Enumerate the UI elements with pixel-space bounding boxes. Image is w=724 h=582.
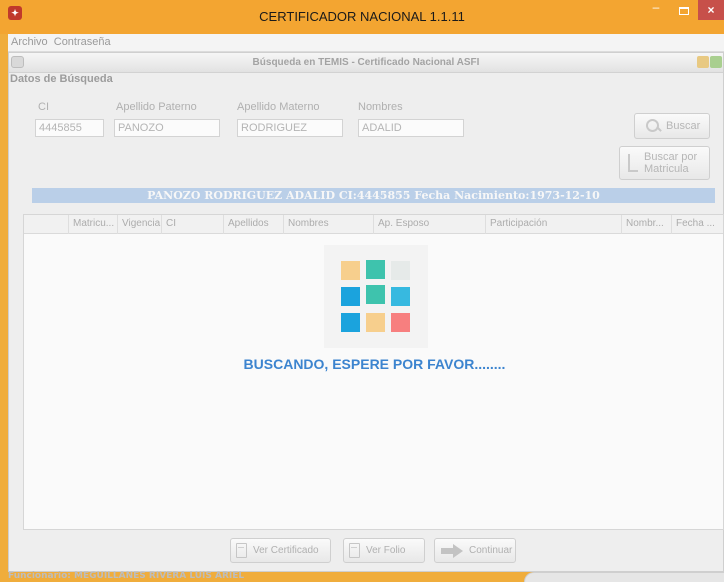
apellido-paterno-label: Apellido Paterno [116, 101, 197, 113]
person-result-bar: PANOZO RODRIGUEZ ADALID CI:4445855 Fecha… [32, 188, 715, 203]
column-header-select[interactable] [24, 215, 68, 234]
loader-tile [391, 261, 410, 280]
buscar-matricula-label-line2: Matricula [644, 163, 689, 175]
maximize-button[interactable] [672, 0, 696, 20]
search-section-label: Datos de Búsqueda [10, 73, 113, 85]
loader-tile [366, 260, 385, 279]
loader-tile [341, 287, 360, 306]
ver-folio-label: Ver Folio [366, 545, 406, 556]
window-title: CERTIFICADOR NACIONAL 1.1.11 [259, 9, 465, 24]
nombres-input[interactable]: ADALID [358, 119, 464, 137]
loader-tile [366, 313, 385, 332]
column-header-ap-esposo[interactable]: Ap. Esposo [373, 215, 485, 234]
buscar-matricula-label-line1: Buscar por [644, 151, 698, 163]
loader-tile [391, 287, 410, 306]
ver-certificado-label: Ver Certificado [253, 545, 319, 556]
menu-bar: Archivo Contraseña [8, 34, 724, 52]
column-header-vigencia[interactable]: Vigencia [117, 215, 161, 234]
column-header-apellidos[interactable]: Apellidos [223, 215, 283, 234]
ci-label: CI [38, 101, 49, 113]
buscar-button[interactable]: Buscar [634, 113, 710, 139]
apellido-paterno-input[interactable]: PANOZO [114, 119, 220, 137]
continuar-label: Continuar [469, 545, 513, 556]
arrow-right-icon [440, 543, 466, 558]
document-icon [349, 543, 360, 558]
column-header-fecha[interactable]: Fecha ... [671, 215, 724, 234]
continuar-button[interactable]: Continuar [434, 538, 516, 563]
internal-frame-title-bar[interactable]: Búsqueda en TEMIS - Certificado Nacional… [9, 53, 723, 73]
search-icon [645, 118, 663, 134]
status-user-text: Funcionario: MEGUILLANES RIVERA LUIS ARI… [8, 571, 245, 581]
buscar-por-matricula-button[interactable]: Buscar por Matricula [619, 146, 710, 180]
minimize-button[interactable]: – [644, 0, 668, 20]
menu-contrasena[interactable]: Contraseña [51, 34, 111, 48]
column-header-nombre[interactable]: Nombr... [621, 215, 671, 234]
close-button[interactable]: × [698, 0, 724, 20]
nombres-label: Nombres [358, 101, 403, 113]
card-icon [628, 154, 638, 172]
ci-input[interactable]: 4445855 [35, 119, 104, 137]
window-title-bar[interactable]: ✦ CERTIFICADOR NACIONAL 1.1.11 – × [0, 0, 724, 34]
menu-archivo[interactable]: Archivo [8, 34, 48, 48]
loading-spinner [324, 245, 428, 348]
column-header-nombres[interactable]: Nombres [283, 215, 373, 234]
column-header-matricula[interactable]: Matricu... [68, 215, 117, 234]
loading-message: BUSCANDO, ESPERE POR FAVOR........ [243, 356, 506, 372]
ver-certificado-button[interactable]: Ver Certificado [230, 538, 331, 563]
loader-tile [391, 313, 410, 332]
table-header: Matricu... Vigencia CI Apellidos Nombres… [24, 215, 723, 234]
action-bar: Ver Certificado Ver Folio Continuar [9, 530, 723, 570]
column-header-ci[interactable]: CI [161, 215, 223, 234]
results-table: Matricu... Vigencia CI Apellidos Nombres… [23, 214, 724, 530]
loader-tile [341, 261, 360, 280]
status-bar: Funcionario: MEGUILLANES RIVERA LUIS ARI… [0, 571, 724, 582]
frame-minimize-icon[interactable] [697, 56, 709, 68]
apellido-materno-input[interactable]: RODRIGUEZ [237, 119, 343, 137]
search-internal-frame: Búsqueda en TEMIS - Certificado Nacional… [8, 52, 724, 572]
status-panel [524, 572, 724, 582]
document-icon [236, 543, 247, 558]
column-header-participacion[interactable]: Participación [485, 215, 621, 234]
maximize-icon [679, 6, 689, 15]
loader-tile [366, 285, 385, 304]
apellido-materno-label: Apellido Materno [237, 101, 320, 113]
loader-tile [341, 313, 360, 332]
internal-frame-title: Búsqueda en TEMIS - Certificado Nacional… [252, 57, 480, 68]
frame-maximize-icon[interactable] [710, 56, 722, 68]
buscar-button-label: Buscar [666, 120, 701, 132]
ver-folio-button[interactable]: Ver Folio [343, 538, 425, 563]
